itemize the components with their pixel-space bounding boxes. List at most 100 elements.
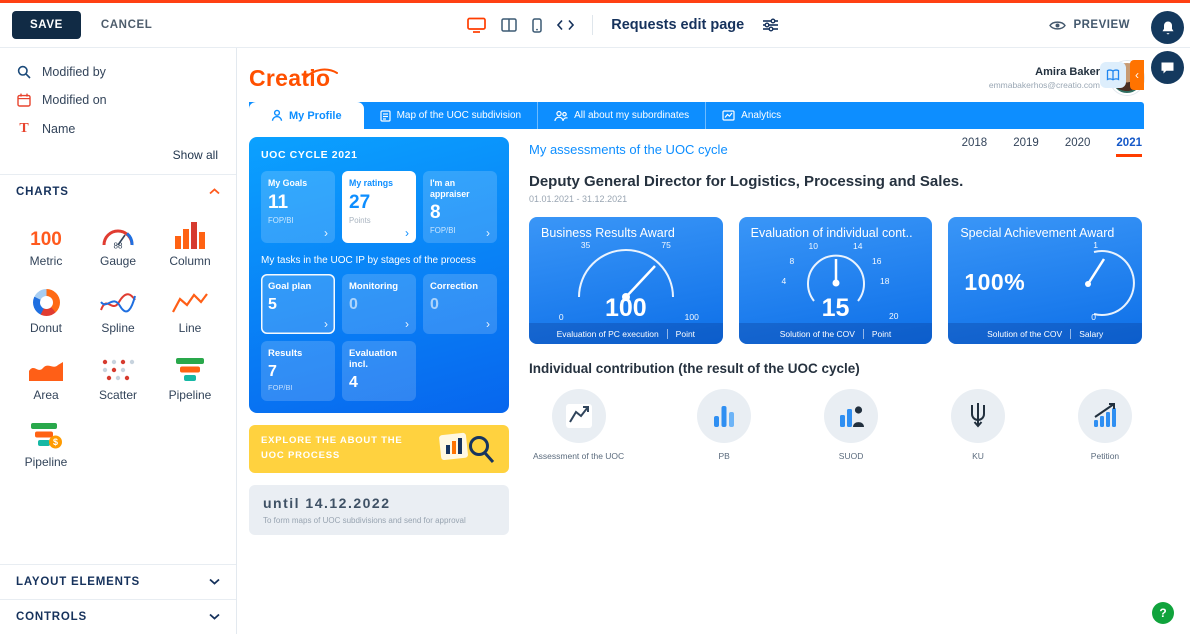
- gauge-footer: Solution of the COV Salary: [948, 323, 1143, 344]
- knowledge-panel-icon[interactable]: [1100, 62, 1126, 88]
- section-header-charts[interactable]: CHARTS: [0, 174, 236, 209]
- gauge-value: 100%: [964, 269, 1026, 295]
- gauge-tick: 10: [808, 241, 818, 251]
- column-chart-icon: [174, 215, 206, 249]
- gauge-footer-unit: Salary: [1079, 328, 1104, 339]
- assessments-header: My assessments of the UOC cycle 2018 201…: [529, 137, 1142, 157]
- year-2018[interactable]: 2018: [962, 137, 988, 157]
- chart-tile-gauge[interactable]: 88 Gauge: [82, 215, 154, 268]
- deadline-title: until 14.12.2022: [263, 495, 391, 511]
- year-2019[interactable]: 2019: [1013, 137, 1039, 157]
- collapse-panel-tab[interactable]: ‹: [1130, 60, 1144, 90]
- page-settings-icon[interactable]: [762, 18, 779, 32]
- chat-bubble-icon[interactable]: [1151, 51, 1184, 84]
- profile-column: UOC CYCLE 2021 My Goals 11 FOP/BI › My r…: [249, 137, 509, 535]
- chevron-right-icon: ›: [324, 317, 328, 331]
- save-button[interactable]: SAVE: [12, 11, 81, 39]
- gauge-card-special-achievement[interactable]: Special Achievement Award 100% 1 0 Solut…: [948, 217, 1143, 344]
- task-card-monitoring[interactable]: Monitoring 0 ›: [342, 274, 416, 334]
- tab-analytics[interactable]: Analytics: [705, 102, 797, 129]
- section-header-layout-elements[interactable]: LAYOUT ELEMENTS: [0, 564, 236, 599]
- gauge-footer: Solution of the COV Point: [738, 323, 933, 344]
- page-title: Requests edit page: [611, 17, 745, 33]
- explore-banner[interactable]: EXPLORE THE ABOUT THE UOC PROCESS: [249, 425, 509, 473]
- gauge-footer-unit: Point: [871, 328, 892, 339]
- chevron-right-icon: ›: [486, 226, 490, 240]
- code-view-icon[interactable]: [557, 19, 575, 31]
- bar-chart-person-icon: [824, 389, 879, 443]
- contribution-assessment-uoc[interactable]: Assessment of the UOC: [533, 389, 624, 461]
- filter-label: Modified by: [42, 65, 106, 79]
- contribution-petition[interactable]: Petition: [1077, 389, 1132, 461]
- sidebar-item-modified-on[interactable]: Modified on: [0, 86, 236, 114]
- gauge-chart: 35 75 0 100 100: [529, 240, 723, 323]
- contribution-pb[interactable]: PB: [697, 389, 752, 461]
- chart-tile-line[interactable]: Line: [154, 282, 226, 335]
- task-card-goal-plan[interactable]: Goal plan 5 ›: [261, 274, 335, 334]
- spline-chart-icon: [99, 282, 137, 316]
- toolbar-divider: [592, 15, 594, 35]
- stat-value: 11: [268, 191, 289, 213]
- chart-tile-area[interactable]: Area: [10, 349, 82, 402]
- sales-pipeline-chart-icon: $: [29, 416, 63, 450]
- tile-label: Metric: [29, 254, 63, 268]
- notifications-bell-icon[interactable]: [1151, 11, 1184, 44]
- tab-map-of-uoc-subdivision[interactable]: Map of the UOC subdivision: [364, 102, 538, 129]
- chart-tile-column[interactable]: Column: [154, 215, 226, 268]
- gauge-tick: 75: [661, 240, 671, 250]
- deadline-card[interactable]: until 14.12.2022 To form maps of UOC sub…: [249, 485, 509, 535]
- section-header-controls[interactable]: CONTROLS: [0, 599, 236, 634]
- chart-tile-spline[interactable]: Spline: [82, 282, 154, 335]
- stat-card-appraiser[interactable]: I'm an appraiser 8 FOP/BI ›: [423, 171, 497, 243]
- contribution-ku[interactable]: KU: [951, 389, 1006, 461]
- chart-tile-scatter[interactable]: Scatter: [82, 349, 154, 402]
- contribution-suod[interactable]: SUOD: [824, 389, 879, 461]
- device-view-switcher: [467, 17, 575, 33]
- section-label: LAYOUT ELEMENTS: [16, 576, 141, 588]
- assessments-heading-link[interactable]: My assessments of the UOC cycle: [529, 142, 728, 157]
- task-card-results[interactable]: Results 7 FOP/BI: [261, 341, 335, 401]
- svg-text:88: 88: [114, 242, 123, 250]
- chart-tile-pipeline[interactable]: Pipeline: [154, 349, 226, 402]
- tile-label: Gauge: [99, 254, 137, 268]
- gauge-tick: 35: [580, 240, 591, 250]
- gauge-card-individual-contribution[interactable]: Evaluation of individual cont.. 10 14 8 …: [738, 217, 933, 344]
- tasks-grid: Goal plan 5 › Monitoring 0 › Correction: [261, 274, 497, 401]
- tablet-view-icon[interactable]: [501, 18, 517, 32]
- chevron-down-icon: [209, 576, 220, 588]
- year-2020[interactable]: 2020: [1065, 137, 1091, 157]
- sidebar-item-modified-by[interactable]: Modified by: [0, 58, 236, 86]
- chart-tile-metric[interactable]: 100 Metric: [10, 215, 82, 268]
- stat-sub: Points: [349, 215, 371, 225]
- area-chart-icon: [27, 349, 65, 383]
- footer-divider: [666, 328, 668, 339]
- chart-tile-donut[interactable]: Donut: [10, 282, 82, 335]
- chart-tile-sales-pipeline[interactable]: $ Pipeline: [10, 416, 82, 469]
- chevron-right-icon: ›: [405, 226, 409, 240]
- cycle-title: UOC CYCLE 2021: [261, 149, 358, 161]
- task-card-evaluation[interactable]: Evaluation incl. 4: [342, 341, 416, 401]
- help-icon[interactable]: ?: [1152, 602, 1174, 624]
- gauge-card-business-results[interactable]: Business Results Award 35 75 0 100 100 E…: [529, 217, 723, 344]
- gauge-title: Special Achievement Award: [960, 226, 1115, 240]
- desktop-view-icon[interactable]: [467, 17, 487, 33]
- phone-view-icon[interactable]: [532, 17, 542, 33]
- banner-illustration: [435, 429, 497, 470]
- stat-card-my-ratings[interactable]: My ratings 27 Points ›: [342, 171, 416, 243]
- stat-card-my-goals[interactable]: My Goals 11 FOP/BI ›: [261, 171, 335, 243]
- page-canvas: Creatio Amira Baker emmabakerhos@creatio…: [237, 48, 1190, 634]
- preview-button[interactable]: PREVIEW: [1049, 19, 1130, 31]
- show-all-link[interactable]: Show all: [0, 144, 236, 174]
- growth-chart-icon: [1077, 389, 1132, 443]
- tab-all-about-my-subordinates[interactable]: All about my subordinates: [537, 102, 705, 129]
- tab-my-profile[interactable]: My Profile: [249, 102, 364, 129]
- stat-label: My ratings: [349, 178, 393, 188]
- year-2021[interactable]: 2021: [1116, 137, 1142, 157]
- calendar-icon: [16, 93, 32, 107]
- chevron-right-icon: ›: [486, 317, 490, 331]
- eye-icon: [1049, 20, 1067, 31]
- cancel-button[interactable]: CANCEL: [101, 19, 153, 31]
- task-card-correction[interactable]: Correction 0 ›: [423, 274, 497, 334]
- sidebar-item-name[interactable]: T Name: [0, 114, 236, 144]
- line-chart-icon: [171, 282, 209, 316]
